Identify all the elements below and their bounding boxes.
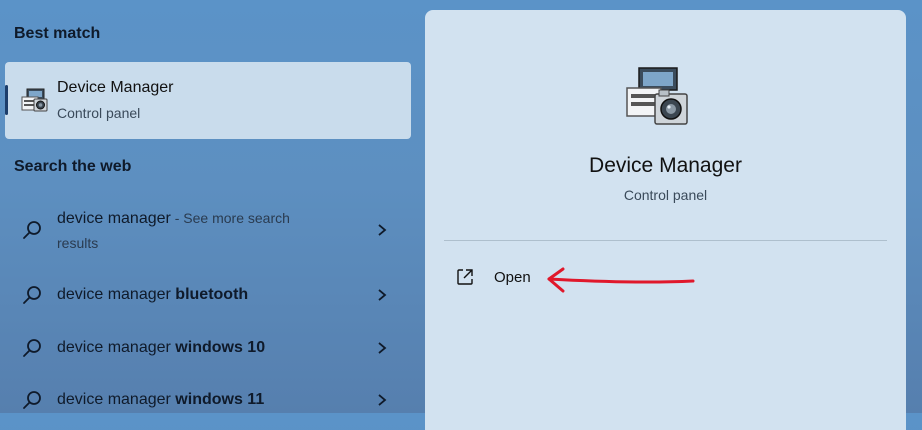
web-result-query: device manager (57, 391, 176, 408)
search-web-heading: Search the web (14, 158, 132, 175)
web-result-device-manager[interactable]: device manager - See more search results (0, 198, 418, 260)
web-result-text: device manager windows 11 (57, 387, 264, 412)
best-match-subtitle: Control panel (57, 105, 141, 121)
search-icon (23, 221, 41, 239)
web-result-query: device manager (57, 339, 176, 356)
web-result-bold-term: bluetooth (175, 286, 249, 303)
search-results-pane: Best match Device Manager Control panel … (0, 0, 418, 413)
web-result-text: device manager - See more search results (57, 206, 290, 256)
search-icon (23, 391, 41, 409)
web-result-hint: - See more search (170, 210, 290, 226)
details-title: Device Manager (589, 154, 742, 177)
web-result-device-manager-windows-11[interactable]: device manager windows 11 (0, 381, 418, 413)
web-result-query: device manager (57, 286, 176, 303)
chevron-right-icon[interactable] (376, 223, 388, 237)
web-result-text: device manager bluetooth (57, 282, 248, 307)
chevron-right-icon[interactable] (376, 341, 388, 355)
best-match-item-device-manager[interactable]: Device Manager Control panel (5, 62, 411, 139)
web-result-query: device manager (57, 210, 171, 227)
details-pane: Device Manager Control panel Open (425, 10, 906, 430)
web-result-bold-term: windows 10 (175, 339, 266, 356)
open-external-icon (457, 269, 473, 285)
web-result-text: device manager windows 10 (57, 335, 265, 360)
chevron-right-icon[interactable] (376, 393, 388, 407)
best-match-name: Device Manager (57, 79, 174, 96)
details-subtitle: Control panel (623, 187, 708, 203)
web-result-device-manager-bluetooth[interactable]: device manager bluetooth (0, 276, 418, 314)
open-label: Open (494, 269, 531, 286)
search-icon (23, 339, 41, 357)
web-result-bold-term: windows 11 (175, 391, 265, 408)
chevron-right-icon[interactable] (376, 288, 388, 302)
divider (444, 240, 887, 241)
device-manager-icon (626, 67, 688, 125)
selection-indicator (5, 85, 8, 115)
device-manager-icon (21, 88, 48, 112)
annotation-arrow (547, 267, 695, 293)
best-match-heading: Best match (14, 25, 101, 42)
web-result-hint-continued: results (57, 235, 99, 251)
web-result-device-manager-windows-10[interactable]: device manager windows 10 (0, 329, 418, 367)
search-icon (23, 286, 41, 304)
